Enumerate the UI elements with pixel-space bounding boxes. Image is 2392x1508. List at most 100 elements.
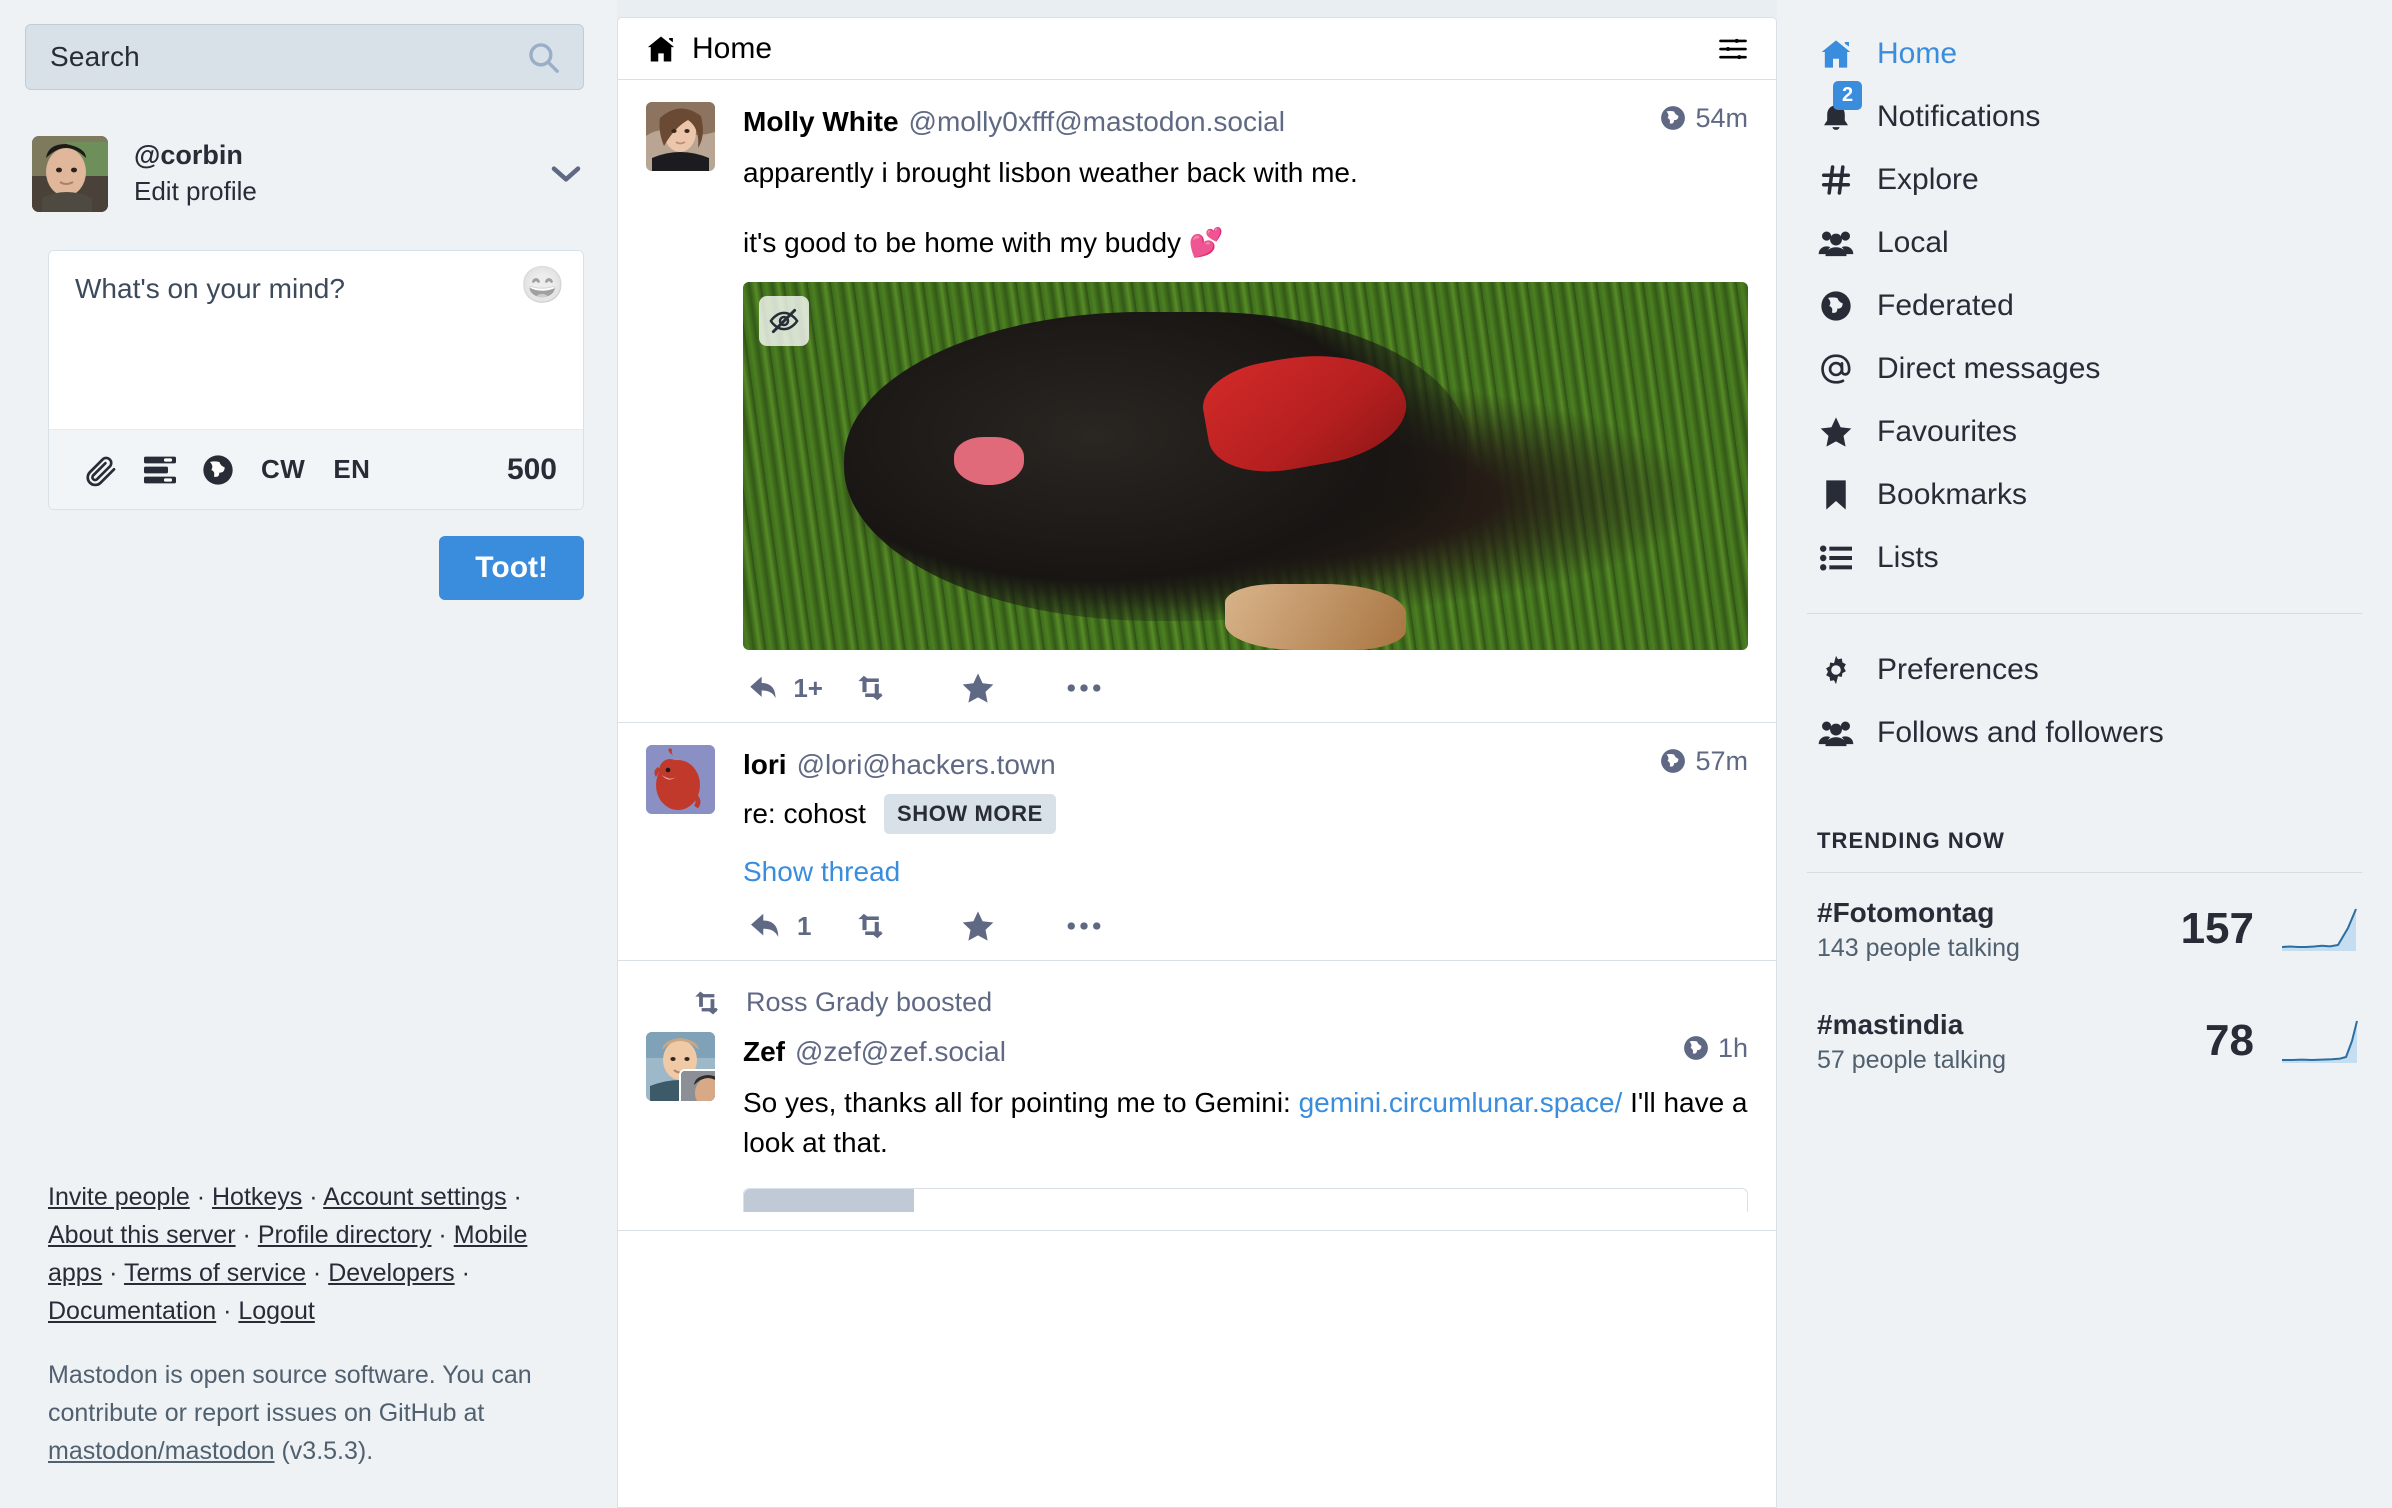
globe-icon	[1817, 290, 1855, 322]
boost-button[interactable]	[855, 911, 929, 941]
nav-item-local[interactable]: Local	[1807, 211, 2392, 274]
boost-notice-label[interactable]: Ross Grady boosted	[746, 987, 992, 1018]
paperclip-icon[interactable]	[73, 441, 131, 499]
footer-link-terms-of-service[interactable]: Terms of service	[124, 1259, 306, 1287]
status-account[interactable]: @zef@zef.social	[795, 1035, 1006, 1069]
nav-item-follows-and-followers[interactable]: Follows and followers	[1807, 701, 2392, 764]
nav-item-lists[interactable]: Lists	[1807, 526, 2392, 589]
search-input[interactable]: Search	[25, 24, 584, 90]
nav-item-label: Direct messages	[1877, 351, 2101, 385]
status-time-label: 54m	[1695, 103, 1748, 133]
status-account[interactable]: @molly0xfff@mastodon.social	[909, 105, 1285, 139]
status-display-name[interactable]: lori	[743, 748, 787, 782]
footer-note-before: Mastodon is open source software. You ca…	[48, 1361, 532, 1427]
nav-item-favourites[interactable]: Favourites	[1807, 400, 2392, 463]
footer-link-profile-directory[interactable]: Profile directory	[258, 1221, 432, 1249]
reply-button[interactable]: 1	[749, 911, 823, 942]
star-icon	[1817, 416, 1855, 448]
users-icon	[1817, 719, 1855, 747]
globe-icon[interactable]	[189, 441, 247, 499]
nav-item-notifications[interactable]: 2 Notifications	[1807, 80, 2392, 148]
account-summary[interactable]: @corbin Edit profile	[32, 130, 584, 218]
footer-link-invite-people[interactable]: Invite people	[48, 1183, 190, 1211]
status-item[interactable]: lori @lori@hackers.town 57m re: cohost S…	[618, 723, 1776, 962]
right-navigation-panel: Home 2 Notifications Explore Local Feder…	[1777, 0, 2392, 1508]
avatar[interactable]	[646, 1032, 715, 1102]
toot-button[interactable]: Toot!	[439, 536, 584, 600]
status-display-name[interactable]: Molly White	[743, 105, 899, 139]
favourite-button[interactable]	[961, 672, 1035, 704]
status-main: lori @lori@hackers.town 57m re: cohost S…	[646, 745, 1748, 942]
trending-subtitle: 57 people talking	[1817, 1046, 2007, 1074]
poll-icon[interactable]	[131, 441, 189, 499]
status-item[interactable]: Molly White @molly0xfff@mastodon.social …	[618, 80, 1776, 724]
content-warning-button[interactable]: CW	[247, 454, 319, 485]
users-icon	[1817, 229, 1855, 257]
trending-tag: #mastindia	[1817, 1009, 1964, 1040]
nav-item-bookmarks[interactable]: Bookmarks	[1807, 463, 2392, 526]
status-media-image[interactable]	[743, 282, 1748, 651]
footer-link-developers[interactable]: Developers	[328, 1259, 454, 1287]
nav-item-label: Federated	[1877, 288, 2014, 322]
nav-item-preferences[interactable]: Preferences	[1807, 638, 2392, 701]
status-display-name[interactable]: Zef	[743, 1035, 785, 1069]
nav-item-label: Explore	[1877, 162, 1979, 196]
sliders-icon[interactable]	[1718, 35, 1748, 63]
status-item[interactable]: Ross Grady boosted Zef @zef@zef.social 1…	[618, 961, 1776, 1232]
trending-sparkline	[2282, 1020, 2358, 1063]
language-button[interactable]: EN	[319, 454, 384, 485]
status-account[interactable]: @lori@hackers.town	[797, 748, 1056, 782]
status-body: lori @lori@hackers.town 57m re: cohost S…	[743, 745, 1748, 942]
footer-note-repo-link[interactable]: mastodon/mastodon	[48, 1437, 275, 1465]
page-title: Home	[646, 32, 772, 66]
status-time-label: 1h	[1717, 1033, 1748, 1064]
avatar[interactable]	[646, 745, 715, 815]
character-counter: 500	[506, 452, 557, 486]
trending-item[interactable]: #Fotomontag 143 people talking 157	[1807, 873, 2392, 985]
status-link[interactable]: gemini.circumlunar.space/	[1299, 1087, 1623, 1118]
gear-icon	[1817, 654, 1855, 686]
edit-profile-link[interactable]: Edit profile	[134, 175, 257, 209]
media-photo-bone	[1225, 584, 1407, 651]
nav-item-explore[interactable]: Explore	[1807, 148, 2392, 211]
reply-count: 1+	[793, 672, 823, 703]
account-text: @corbin Edit profile	[134, 139, 257, 209]
eye-slash-icon[interactable]	[759, 296, 809, 347]
nav-item-label: Preferences	[1877, 652, 2039, 686]
footer-link-documentation[interactable]: Documentation	[48, 1297, 216, 1325]
search-placeholder: Search	[50, 41, 140, 72]
show-more-button[interactable]: SHOW MORE	[883, 794, 1056, 835]
nav-item-federated[interactable]: Federated	[1807, 274, 2392, 337]
home-timeline-column: Home Molly White @molly0xfff@mastodon.so…	[617, 17, 1777, 1508]
nav-item-label: Lists	[1877, 540, 1939, 574]
nav-item-direct-messages[interactable]: Direct messages	[1807, 337, 2392, 400]
search-icon[interactable]	[526, 40, 560, 74]
more-button[interactable]	[1067, 682, 1141, 694]
nav-item-home[interactable]: Home	[1807, 22, 2392, 85]
status-timestamp[interactable]: 54m	[1642, 102, 1748, 134]
avatar[interactable]	[646, 102, 715, 171]
footer-link-account-settings[interactable]: Account settings	[323, 1183, 506, 1211]
favourite-button[interactable]	[961, 910, 1035, 942]
status-media-preview[interactable]	[743, 1188, 1748, 1213]
compose-textarea[interactable]: What's on your mind? 😄	[49, 251, 583, 429]
media-photo-tongue	[954, 436, 1025, 485]
trending-heading: TRENDING NOW	[1817, 828, 2005, 853]
footer-link-logout[interactable]: Logout	[238, 1297, 314, 1325]
search-container: Search	[25, 24, 584, 90]
more-button[interactable]	[1067, 920, 1141, 932]
boost-button[interactable]	[855, 673, 929, 703]
emoji-smile-icon[interactable]: 😄	[520, 267, 565, 303]
status-timestamp[interactable]: 57m	[1642, 745, 1748, 777]
home-icon	[646, 35, 676, 63]
toot-button-row: Toot!	[0, 536, 584, 600]
status-header: Molly White @molly0xfff@mastodon.social …	[743, 102, 1748, 139]
reply-button[interactable]: 1+	[749, 673, 823, 704]
chevron-down-icon[interactable]	[550, 164, 582, 184]
show-thread-link[interactable]: Show thread	[743, 856, 900, 888]
footer-link-hotkeys[interactable]: Hotkeys	[212, 1183, 302, 1211]
trending-item[interactable]: #mastindia 57 people talking 78	[1807, 985, 2392, 1097]
footer-link-about-this-server[interactable]: About this server	[48, 1221, 236, 1249]
status-timestamp[interactable]: 1h	[1665, 1032, 1748, 1064]
home-icon	[1817, 39, 1855, 69]
